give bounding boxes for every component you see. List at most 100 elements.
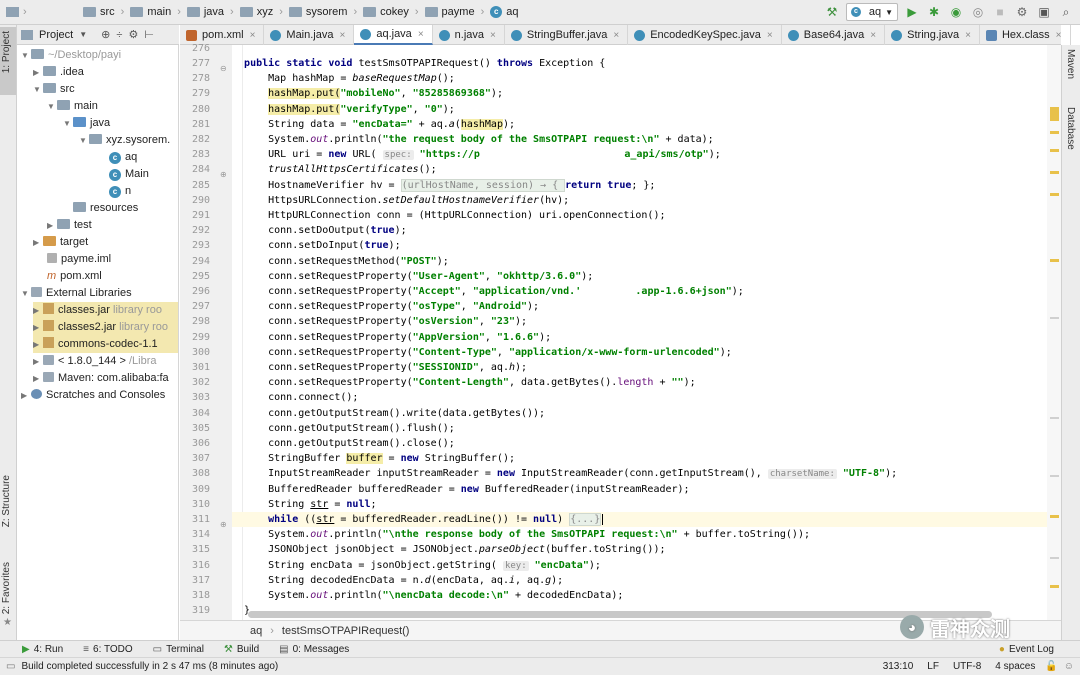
- inspector-icon[interactable]: ☺: [1064, 661, 1074, 672]
- code-line[interactable]: conn.setRequestProperty("Content-Type", …: [232, 345, 1047, 360]
- code-line[interactable]: String str = null;: [232, 497, 1047, 512]
- tree-item-aq[interactable]: c aq: [109, 149, 137, 166]
- tree-item-iml[interactable]: payme.iml: [47, 251, 111, 268]
- project-tool-tab[interactable]: 1: Project: [1, 31, 12, 73]
- tree-item-java[interactable]: ▼ java: [63, 115, 110, 132]
- code-line[interactable]: String encData = jsonObject.getString( k…: [232, 558, 1047, 573]
- code-line[interactable]: conn.connect();: [232, 390, 1047, 405]
- tree-item-src[interactable]: ▼ src: [33, 81, 75, 98]
- run-icon[interactable]: ▶: [904, 4, 920, 20]
- close-icon[interactable]: ×: [250, 30, 256, 41]
- fold-method-icon[interactable]: ⊖: [220, 64, 227, 73]
- line-separator[interactable]: LF: [927, 661, 939, 672]
- code-line[interactable]: InputStreamReader inputStreamReader = ne…: [232, 466, 1047, 481]
- code-line[interactable]: public static void testSmsOTPAPIRequest(…: [232, 56, 1047, 71]
- code-line[interactable]: HostnameVerifier hv = (urlHostName, sess…: [232, 178, 1047, 193]
- tree-item-root[interactable]: ▼ ~/Desktop/payi: [21, 47, 121, 64]
- code-line[interactable]: conn.setRequestProperty("osVersion", "23…: [232, 314, 1047, 329]
- database-tool-tab[interactable]: Database: [1065, 107, 1076, 150]
- breadcrumb-class[interactable]: aq: [250, 625, 262, 637]
- tree-item-classes-jar[interactable]: ▶ classes.jar library roo: [33, 302, 178, 319]
- caret-marker[interactable]: [1050, 557, 1059, 559]
- code-editor[interactable]: public static void testSmsOTPAPIRequest(…: [232, 45, 1047, 620]
- run-tool-button[interactable]: ▶ 4: Run: [22, 644, 63, 655]
- code-line[interactable]: System.out.println("\nthe response body …: [232, 527, 1047, 542]
- tab-encodedkeyspec-java[interactable]: EncodedKeySpec.java ×: [628, 25, 782, 45]
- code-line[interactable]: BufferedReader bufferedReader = new Buff…: [232, 482, 1047, 497]
- close-icon[interactable]: ×: [613, 30, 619, 41]
- event-log-button[interactable]: ● Event Log: [999, 644, 1054, 655]
- code-line[interactable]: conn.setRequestProperty("User-Agent", "o…: [232, 269, 1047, 284]
- code-line[interactable]: conn.setRequestProperty("Content-Length"…: [232, 375, 1047, 390]
- error-stripe[interactable]: [1047, 45, 1061, 620]
- collapse-all-icon[interactable]: ÷: [116, 29, 122, 41]
- tab-main-java[interactable]: Main.java ×: [264, 25, 355, 45]
- status-message[interactable]: Build completed successfully in 2 s 47 m…: [21, 661, 278, 672]
- coverage-icon[interactable]: ◉: [948, 4, 964, 20]
- close-icon[interactable]: ×: [418, 29, 424, 40]
- status-icon[interactable]: ▭: [6, 661, 15, 672]
- code-line[interactable]: String data = "encData=" + aq.a(hashMap)…: [232, 117, 1047, 132]
- tree-item-target[interactable]: ▶ target: [33, 234, 88, 251]
- breadcrumb-method[interactable]: testSmsOTPAPIRequest(): [282, 625, 410, 637]
- tree-item-external-libraries[interactable]: ▼ External Libraries: [21, 285, 132, 302]
- favorites-tool-tab[interactable]: 2: Favorites: [1, 562, 12, 614]
- breadcrumb-sysorem[interactable]: sysorem ›: [286, 6, 360, 18]
- tree-item-test[interactable]: ▶ test: [47, 217, 92, 234]
- messages-tool-button[interactable]: ▤ 0: Messages: [279, 644, 349, 655]
- maven-tool-tab[interactable]: Maven: [1065, 49, 1076, 79]
- breadcrumb-xyz[interactable]: xyz ›: [237, 6, 286, 18]
- tree-item-resources[interactable]: resources: [73, 200, 138, 217]
- code-line[interactable]: HttpsURLConnection.setDefaultHostnameVer…: [232, 193, 1047, 208]
- structure-tool-tab[interactable]: Z: Structure: [1, 475, 12, 527]
- hide-panel-icon[interactable]: ⊢: [144, 28, 154, 41]
- tree-item-pom[interactable]: m pom.xml: [47, 268, 102, 285]
- tree-item-main-class[interactable]: c Main: [109, 166, 149, 183]
- breadcrumb-src[interactable]: src ›: [80, 6, 127, 18]
- breadcrumb-java[interactable]: java ›: [184, 6, 237, 18]
- code-line[interactable]: System.out.println("\nencData decode:\n"…: [232, 588, 1047, 603]
- close-icon[interactable]: ×: [870, 30, 876, 41]
- code-line[interactable]: conn.setRequestProperty("SESSIONID", aq.…: [232, 360, 1047, 375]
- debug-icon[interactable]: ✱: [926, 4, 942, 20]
- lock-icon[interactable]: 🔓: [1045, 661, 1057, 672]
- horizontal-scrollbar[interactable]: [248, 611, 992, 618]
- breadcrumb-cokey[interactable]: cokey ›: [360, 6, 421, 18]
- tree-item-jdk[interactable]: ▶ < 1.8.0_144 > /Libra: [33, 353, 157, 370]
- tab-stringbuffer-java[interactable]: StringBuffer.java ×: [505, 25, 629, 45]
- tree-item-idea[interactable]: ▶ .idea: [33, 64, 84, 81]
- warning-marker[interactable]: [1050, 585, 1059, 588]
- code-line[interactable]: Map hashMap = baseRequestMap();: [232, 71, 1047, 86]
- project-structure-icon[interactable]: ▣: [1036, 4, 1052, 20]
- locate-icon[interactable]: ⊕: [101, 28, 110, 41]
- fold-while-icon[interactable]: ⊕: [220, 520, 227, 529]
- warning-marker[interactable]: [1050, 515, 1059, 518]
- close-icon[interactable]: ×: [490, 30, 496, 41]
- code-line[interactable]: JSONObject jsonObject = JSONObject.parse…: [232, 542, 1047, 557]
- warning-marker[interactable]: [1050, 193, 1059, 196]
- code-line[interactable]: conn.setRequestMethod("POST");: [232, 254, 1047, 269]
- profile-icon[interactable]: ◎: [970, 4, 986, 20]
- close-icon[interactable]: ×: [339, 30, 345, 41]
- settings-icon[interactable]: ⚙: [1014, 4, 1030, 20]
- close-icon[interactable]: ×: [1056, 30, 1062, 41]
- fold-lambda-icon[interactable]: ⊕: [220, 170, 227, 179]
- code-line[interactable]: conn.setDoOutput(true);: [232, 223, 1047, 238]
- run-config-select[interactable]: c aq ▼: [846, 3, 898, 21]
- search-icon[interactable]: ⌕: [1058, 4, 1074, 20]
- terminal-tool-button[interactable]: ▭ Terminal: [153, 644, 204, 655]
- stop-icon[interactable]: ■: [992, 4, 1008, 20]
- tree-item-n[interactable]: cn: [109, 183, 131, 200]
- warning-marker[interactable]: [1050, 149, 1059, 152]
- tree-item-package[interactable]: ▼ xyz.sysorem.: [79, 132, 170, 149]
- code-line[interactable]: hashMap.put("mobileNo", "85285869368");: [232, 86, 1047, 101]
- caret-marker[interactable]: [1050, 317, 1059, 319]
- warning-marker[interactable]: [1050, 107, 1059, 121]
- code-line[interactable]: trustAllHttpsCertificates();: [232, 162, 1047, 177]
- code-line[interactable]: StringBuffer buffer = new StringBuffer()…: [232, 451, 1047, 466]
- warning-marker[interactable]: [1050, 259, 1059, 262]
- breadcrumb-payme[interactable]: payme ›: [422, 6, 488, 18]
- code-line[interactable]: hashMap.put("verifyType", "0");: [232, 102, 1047, 117]
- file-encoding[interactable]: UTF-8: [953, 661, 981, 672]
- indent-setting[interactable]: 4 spaces: [995, 661, 1035, 672]
